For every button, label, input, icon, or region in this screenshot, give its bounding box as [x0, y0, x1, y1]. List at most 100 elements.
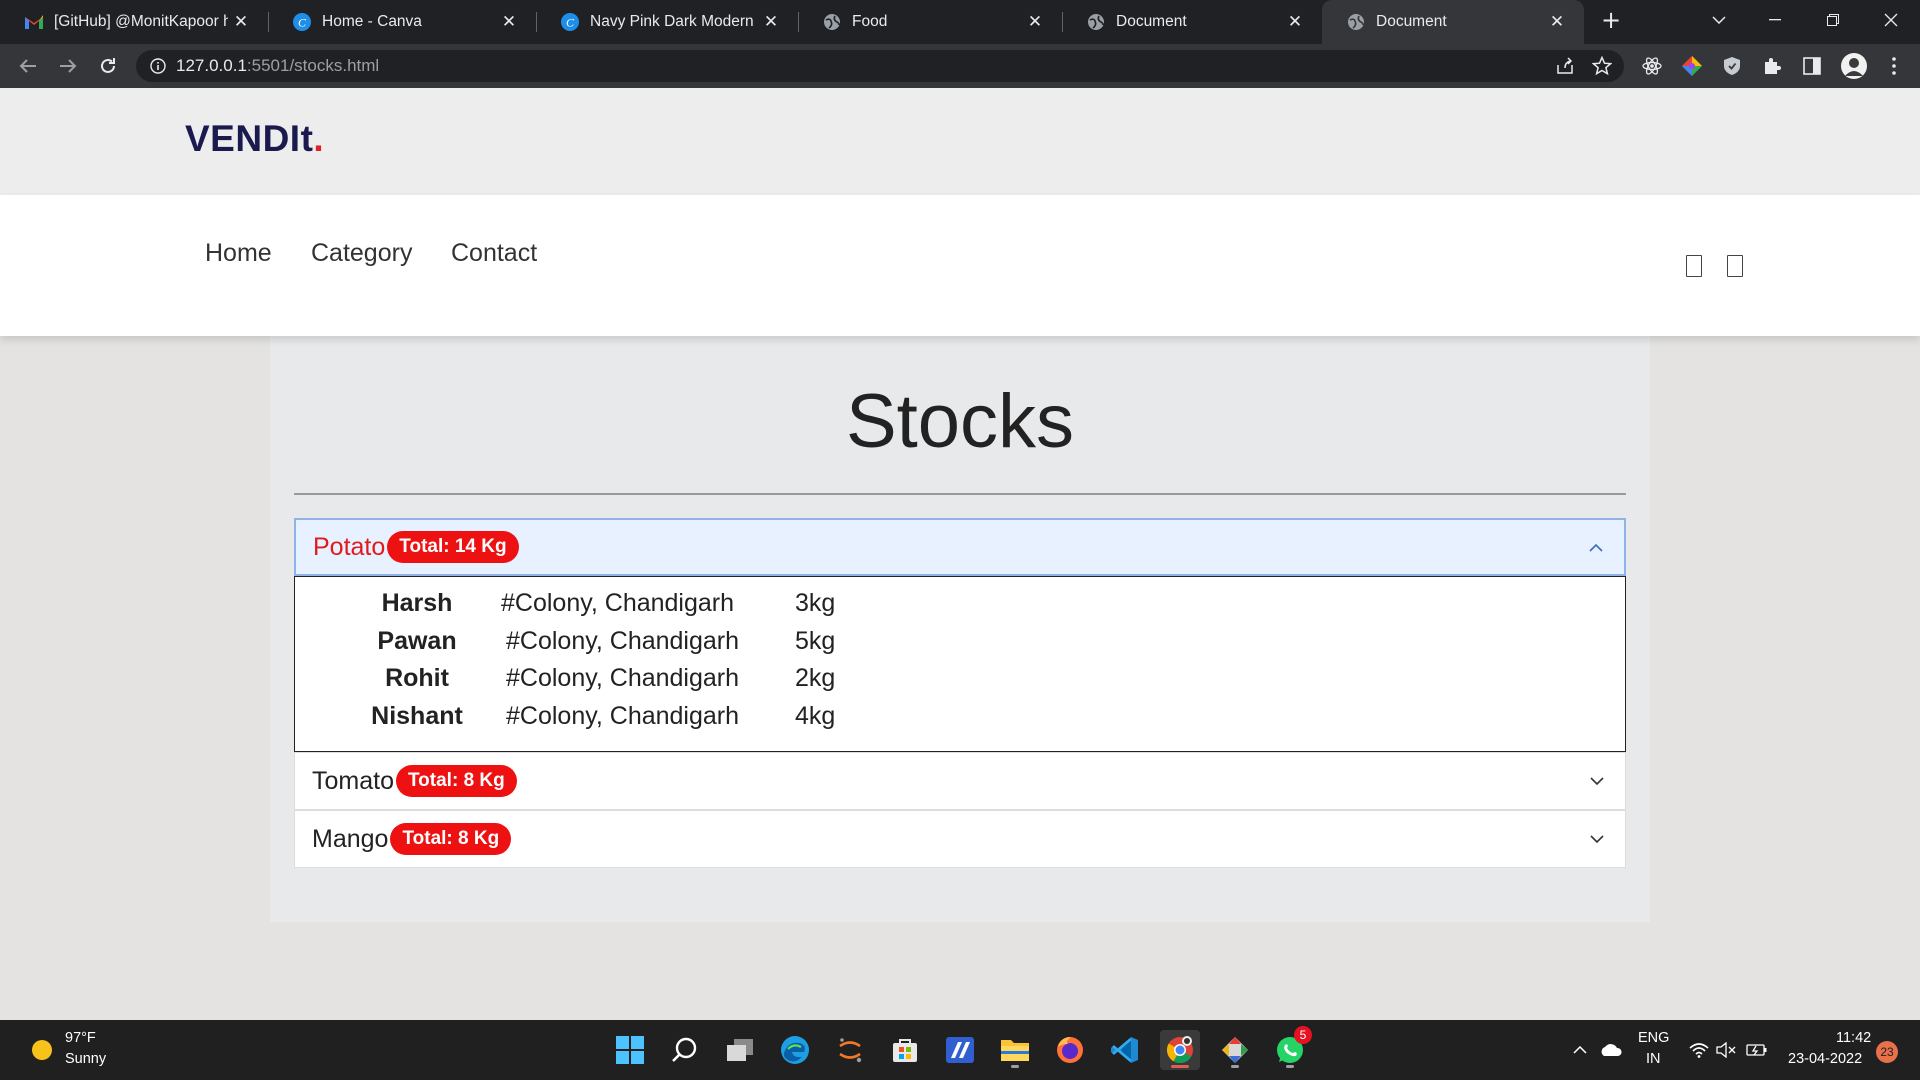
- table-row: Rohit #Colony, Chandigarh 2kg: [295, 664, 1627, 701]
- chevron-down-icon: [1590, 835, 1604, 844]
- item-name: Potato: [313, 532, 386, 561]
- supplier-quantity: 3kg: [795, 589, 836, 617]
- nav-home-link[interactable]: Home: [205, 239, 272, 268]
- total-badge: Total: 8 Kg: [390, 823, 512, 855]
- close-tab-icon[interactable]: ✕: [1544, 9, 1570, 35]
- close-tab-icon[interactable]: ✕: [1282, 9, 1308, 35]
- tab-title: Home - Canva: [322, 13, 422, 30]
- wifi-icon[interactable]: [1686, 1030, 1712, 1070]
- tab-document-1[interactable]: Document ✕: [1062, 0, 1322, 44]
- extensions-puzzle-icon[interactable]: [1760, 54, 1784, 78]
- whatsapp-icon[interactable]: 5: [1270, 1026, 1312, 1070]
- url-input[interactable]: 127.0.0.1:5501/stocks.html: [136, 50, 1624, 82]
- supplier-quantity: 4kg: [795, 702, 836, 730]
- site-logo[interactable]: VENDIt.: [185, 118, 324, 160]
- whatsapp-unread-badge: 5: [1294, 1026, 1312, 1044]
- gmail-icon: [24, 12, 44, 32]
- language-code[interactable]: ENG: [1638, 1030, 1669, 1046]
- running-indicator: [1011, 1065, 1019, 1068]
- tab-title: Document: [1376, 13, 1447, 30]
- share-icon[interactable]: [1556, 57, 1574, 80]
- accordion-header-mango[interactable]: Mango Total: 8 Kg: [294, 810, 1626, 868]
- missing-glyph-icon[interactable]: [1686, 255, 1702, 277]
- globe-icon: [1346, 12, 1366, 32]
- svg-text:C: C: [298, 16, 307, 30]
- stocks-card: Stocks Potato Total: 14 Kg Harsh #Colony…: [270, 336, 1650, 922]
- web-page: VENDIt. Home Category Contact Stocks Pot…: [0, 88, 1920, 1020]
- weather-description: Sunny: [65, 1051, 107, 1067]
- color-picker-extension-icon[interactable]: [1680, 54, 1704, 78]
- onedrive-cloud-icon[interactable]: [1596, 1030, 1626, 1070]
- supplier-address: #Colony, Chandigarh: [506, 664, 740, 692]
- microsoft-store-icon[interactable]: [885, 1030, 925, 1070]
- logo-dot: .: [313, 118, 325, 159]
- tab-food[interactable]: Food ✕: [798, 0, 1062, 44]
- canva-icon: C: [560, 12, 580, 32]
- reload-icon[interactable]: [94, 52, 122, 80]
- tab-document-active[interactable]: Document ✕: [1322, 0, 1584, 44]
- logo-text: VENDIt: [185, 118, 314, 159]
- browser-tab-strip: [GitHub] @MonitKapoor ha ✕ C Home - Canv…: [0, 0, 1920, 44]
- chevron-up-icon: [1589, 543, 1603, 552]
- tab-search-chevron-icon[interactable]: [1696, 0, 1742, 40]
- clock-date[interactable]: 23-04-2022: [1788, 1051, 1862, 1067]
- supplier-address: #Colony, Chandigarh: [506, 702, 740, 730]
- search-icon[interactable]: [665, 1030, 705, 1070]
- weather-sun-icon[interactable]: [22, 1030, 62, 1070]
- show-hidden-icons-chevron-icon[interactable]: [1568, 1030, 1592, 1070]
- vscode-icon[interactable]: [1105, 1030, 1145, 1070]
- nav-contact-link[interactable]: Contact: [451, 239, 537, 268]
- accordion-header-potato[interactable]: Potato Total: 14 Kg: [294, 518, 1626, 576]
- supplier-quantity: 5kg: [795, 627, 836, 655]
- close-window-button[interactable]: [1868, 0, 1914, 40]
- speaker-muted-icon[interactable]: [1714, 1030, 1740, 1070]
- svg-text:C: C: [566, 16, 575, 30]
- close-tab-icon[interactable]: ✕: [1022, 9, 1048, 35]
- task-view-icon[interactable]: [720, 1030, 760, 1070]
- supplier-name: Nishant: [371, 702, 463, 730]
- active-indicator: [1171, 1065, 1189, 1068]
- chrome-icon[interactable]: [1160, 1030, 1200, 1070]
- firefox-icon[interactable]: [1050, 1030, 1090, 1070]
- clock-time[interactable]: 11:42: [1836, 1030, 1871, 1046]
- accordion-header-tomato[interactable]: Tomato Total: 8 Kg: [294, 752, 1626, 810]
- close-tab-icon[interactable]: ✕: [758, 9, 784, 35]
- site-navbar: Home Category Contact: [0, 195, 1920, 336]
- back-icon[interactable]: [14, 52, 42, 80]
- missing-glyph-icon[interactable]: [1727, 255, 1743, 277]
- tab-canva-home[interactable]: C Home - Canva ✕: [268, 0, 536, 44]
- weather-temperature: 97°F: [65, 1030, 96, 1046]
- edge-browser-icon[interactable]: [775, 1030, 815, 1070]
- git-app-icon[interactable]: [1215, 1030, 1255, 1070]
- notification-count-badge[interactable]: 23: [1876, 1041, 1898, 1063]
- tab-title: Food: [852, 13, 888, 30]
- windows-start-icon[interactable]: [610, 1030, 650, 1070]
- productivity-app-icon[interactable]: [940, 1030, 980, 1070]
- item-name: Tomato: [312, 766, 394, 795]
- running-indicator: [1286, 1065, 1294, 1068]
- page-title: Stocks: [845, 379, 1075, 464]
- shield-icon[interactable]: [1720, 54, 1744, 78]
- restore-button[interactable]: [1810, 0, 1856, 40]
- site-header: VENDIt.: [0, 88, 1920, 195]
- close-tab-icon[interactable]: ✕: [496, 9, 522, 35]
- jupyter-icon[interactable]: [830, 1030, 870, 1070]
- react-devtools-icon[interactable]: [1640, 54, 1664, 78]
- table-row: Nishant #Colony, Chandigarh 4kg: [295, 702, 1627, 739]
- bookmark-star-icon[interactable]: [1591, 55, 1613, 81]
- battery-charging-icon[interactable]: [1744, 1030, 1770, 1070]
- side-panel-icon[interactable]: [1800, 54, 1824, 78]
- profile-avatar[interactable]: [1840, 52, 1868, 80]
- url-path: :5501/stocks.html: [246, 56, 380, 75]
- tab-gmail[interactable]: [GitHub] @MonitKapoor ha ✕: [0, 0, 268, 44]
- file-explorer-icon[interactable]: [995, 1030, 1035, 1070]
- tab-canva-design[interactable]: C Navy Pink Dark Modern Tec ✕: [536, 0, 798, 44]
- forward-icon[interactable]: [54, 52, 82, 80]
- site-info-icon[interactable]: [150, 58, 166, 74]
- new-tab-button[interactable]: +: [1588, 0, 1634, 40]
- nav-category-link[interactable]: Category: [311, 239, 412, 268]
- total-badge: Total: 14 Kg: [387, 531, 519, 563]
- browser-menu-icon[interactable]: [1882, 54, 1906, 78]
- minimize-button[interactable]: [1752, 0, 1798, 40]
- close-tab-icon[interactable]: ✕: [228, 9, 254, 35]
